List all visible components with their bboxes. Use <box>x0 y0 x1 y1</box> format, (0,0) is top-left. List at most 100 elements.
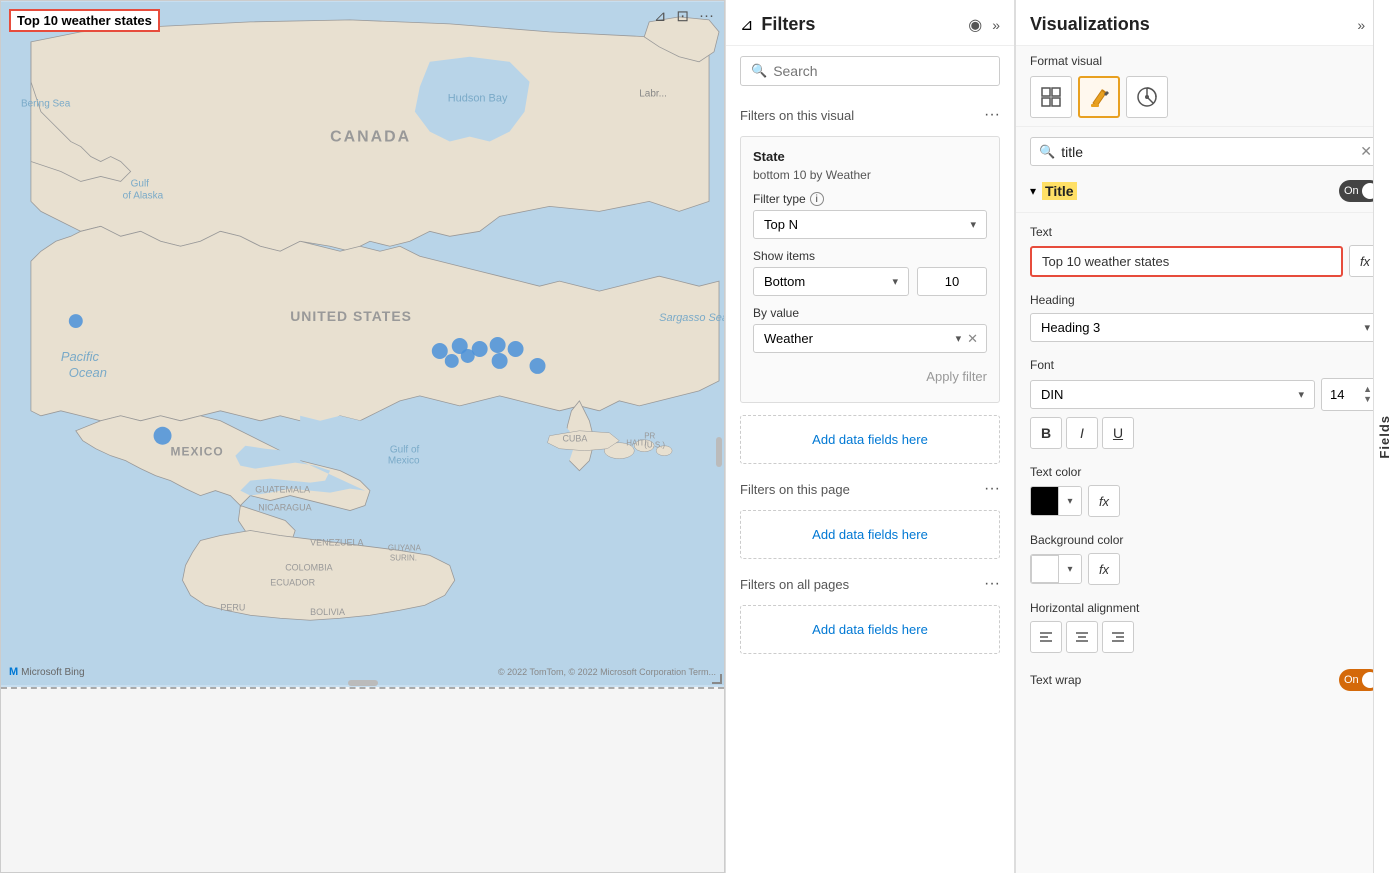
title-section: ▾ Title On <box>1016 172 1395 208</box>
show-items-direction-select[interactable]: Bottom ▾ <box>753 267 909 296</box>
align-left-btn[interactable] <box>1030 621 1062 653</box>
heading-prop-section: Heading Heading 3 ▾ <box>1016 285 1395 350</box>
show-items-count-input[interactable] <box>917 267 987 296</box>
format-paint-btn[interactable] <box>1078 76 1120 118</box>
align-right-btn[interactable] <box>1102 621 1134 653</box>
viz-search-row[interactable]: 🔍 ✕ <box>1030 137 1381 166</box>
svg-text:PERU: PERU <box>220 602 245 612</box>
filters-on-all-pages-label: Filters on all pages <box>740 577 849 592</box>
by-value-select[interactable]: Weather ▾ ✕ <box>753 324 987 353</box>
filters-header-icons: ◉ » <box>968 15 1000 35</box>
filters-panel-title: Filters <box>761 14 815 35</box>
bg-color-btn[interactable]: ▾ <box>1030 554 1082 584</box>
search-icon: 🔍 <box>751 63 767 79</box>
microsoft-bing-label: Microsoft Bing <box>21 667 84 678</box>
font-row: DIN ▾ 14 ▲ ▼ <box>1030 378 1381 411</box>
map-svg: Pacific Ocean Sargasso Sea Labr... Berin… <box>1 1 724 686</box>
add-data-all[interactable]: Add data fields here <box>740 605 1000 654</box>
filter-funnel-icon: ⊿ <box>740 15 753 35</box>
text-prop-section: Text fx <box>1016 217 1395 285</box>
text-wrap-label: Text wrap <box>1030 673 1081 687</box>
viz-expand-icon[interactable]: » <box>1357 17 1365 33</box>
align-center-btn[interactable] <box>1066 621 1098 653</box>
text-color-btn[interactable]: ▾ <box>1030 486 1082 516</box>
resize-handle-br[interactable] <box>712 674 722 684</box>
font-value: DIN <box>1041 387 1063 402</box>
filters-on-visual-header: Filters on this visual ··· <box>726 96 1014 130</box>
heading-select[interactable]: Heading 3 ▾ <box>1030 313 1381 342</box>
filters-all-more[interactable]: ··· <box>984 575 1000 593</box>
text-color-swatch <box>1031 487 1059 515</box>
text-color-dropdown[interactable]: ▾ <box>1059 487 1081 515</box>
viz-panel-title: Visualizations <box>1030 14 1150 35</box>
expand-icon[interactable]: » <box>992 17 1000 33</box>
fields-tab-label: Fields <box>1377 415 1392 459</box>
title-text-input[interactable] <box>1030 246 1343 277</box>
svg-text:GUYANA: GUYANA <box>388 543 422 552</box>
fields-tab[interactable]: Fields <box>1373 0 1395 873</box>
by-value-chevron[interactable]: ▾ <box>956 332 962 345</box>
filters-visual-more[interactable]: ··· <box>984 106 1000 124</box>
add-data-page[interactable]: Add data fields here <box>740 510 1000 559</box>
resize-handle-right[interactable] <box>716 437 722 467</box>
filter-card-title: State <box>753 149 987 164</box>
title-toggle-row[interactable]: ▾ Title On <box>1030 172 1381 208</box>
bg-color-fx-btn[interactable]: fx <box>1088 553 1120 585</box>
bold-btn[interactable]: B <box>1030 417 1062 449</box>
divider-1 <box>1016 212 1395 213</box>
filters-page-more[interactable]: ··· <box>984 480 1000 498</box>
text-input-row: fx <box>1030 245 1381 277</box>
viz-search-input[interactable] <box>1061 144 1354 160</box>
map-area: Pacific Ocean Sargasso Sea Labr... Berin… <box>1 1 724 686</box>
title-section-label: Title <box>1042 183 1077 199</box>
font-chevron: ▾ <box>1298 388 1304 401</box>
filters-title-row: ⊿ Filters <box>740 14 815 35</box>
text-color-section: Text color ▾ fx <box>1016 457 1395 525</box>
filter-icon[interactable]: ⊿ <box>654 7 667 25</box>
viz-search-clear[interactable]: ✕ <box>1360 143 1372 160</box>
text-color-label: Text color <box>1030 465 1381 479</box>
font-select[interactable]: DIN ▾ <box>1030 380 1315 409</box>
underline-btn[interactable]: U <box>1102 417 1134 449</box>
svg-text:CUBA: CUBA <box>562 434 587 444</box>
filters-on-all-pages-header: Filters on all pages ··· <box>726 565 1014 599</box>
copyright-label: © 2022 TomTom, © 2022 Microsoft Corporat… <box>498 667 716 677</box>
filter-type-select[interactable]: Top N ▾ <box>753 210 987 239</box>
collapse-arrow: ▾ <box>1030 184 1036 198</box>
resize-handle-bottom[interactable] <box>348 680 378 686</box>
info-icon: i <box>810 192 824 206</box>
svg-text:Pacific: Pacific <box>61 349 100 364</box>
apply-filter-btn[interactable]: Apply filter <box>753 363 987 390</box>
text-wrap-on-label: On <box>1344 674 1359 686</box>
add-data-visual[interactable]: Add data fields here <box>740 415 1000 464</box>
by-value-clear[interactable]: ✕ <box>967 331 978 347</box>
filters-header: ⊿ Filters ◉ » <box>726 0 1014 46</box>
direction-chevron: ▾ <box>892 275 898 288</box>
svg-text:UNITED STATES: UNITED STATES <box>290 308 412 324</box>
more-options-icon[interactable]: ··· <box>699 7 714 25</box>
font-size-up[interactable]: ▲ <box>1363 385 1372 394</box>
filters-on-visual-label: Filters on this visual <box>740 108 854 123</box>
filters-search-input[interactable] <box>773 63 989 79</box>
svg-text:Bering Sea: Bering Sea <box>21 99 71 110</box>
by-value-label: By value <box>753 306 987 320</box>
analytics-btn[interactable] <box>1126 76 1168 118</box>
bg-color-section: Background color ▾ fx <box>1016 525 1395 593</box>
title-highlighted: Title <box>1042 182 1077 200</box>
bg-color-dropdown[interactable]: ▾ <box>1059 555 1081 583</box>
filter-card: State bottom 10 by Weather Filter type i… <box>740 136 1000 403</box>
font-size-down[interactable]: ▼ <box>1363 395 1372 404</box>
bg-color-label: Background color <box>1030 533 1381 547</box>
text-color-fx-btn[interactable]: fx <box>1088 485 1120 517</box>
filters-panel: ⊿ Filters ◉ » 🔍 Filters on this visual ·… <box>725 0 1015 873</box>
svg-text:Ocean: Ocean <box>69 365 107 380</box>
search-box[interactable]: 🔍 <box>740 56 1000 86</box>
text-wrap-row: Text wrap On <box>1016 661 1395 699</box>
grid-view-btn[interactable] <box>1030 76 1072 118</box>
focus-icon[interactable]: ⊡ <box>676 7 689 25</box>
font-size-box: 14 ▲ ▼ <box>1321 378 1381 411</box>
svg-text:of Alaska: of Alaska <box>123 190 164 201</box>
italic-btn[interactable]: I <box>1066 417 1098 449</box>
eye-icon[interactable]: ◉ <box>968 15 982 35</box>
svg-text:PR: PR <box>644 432 655 441</box>
